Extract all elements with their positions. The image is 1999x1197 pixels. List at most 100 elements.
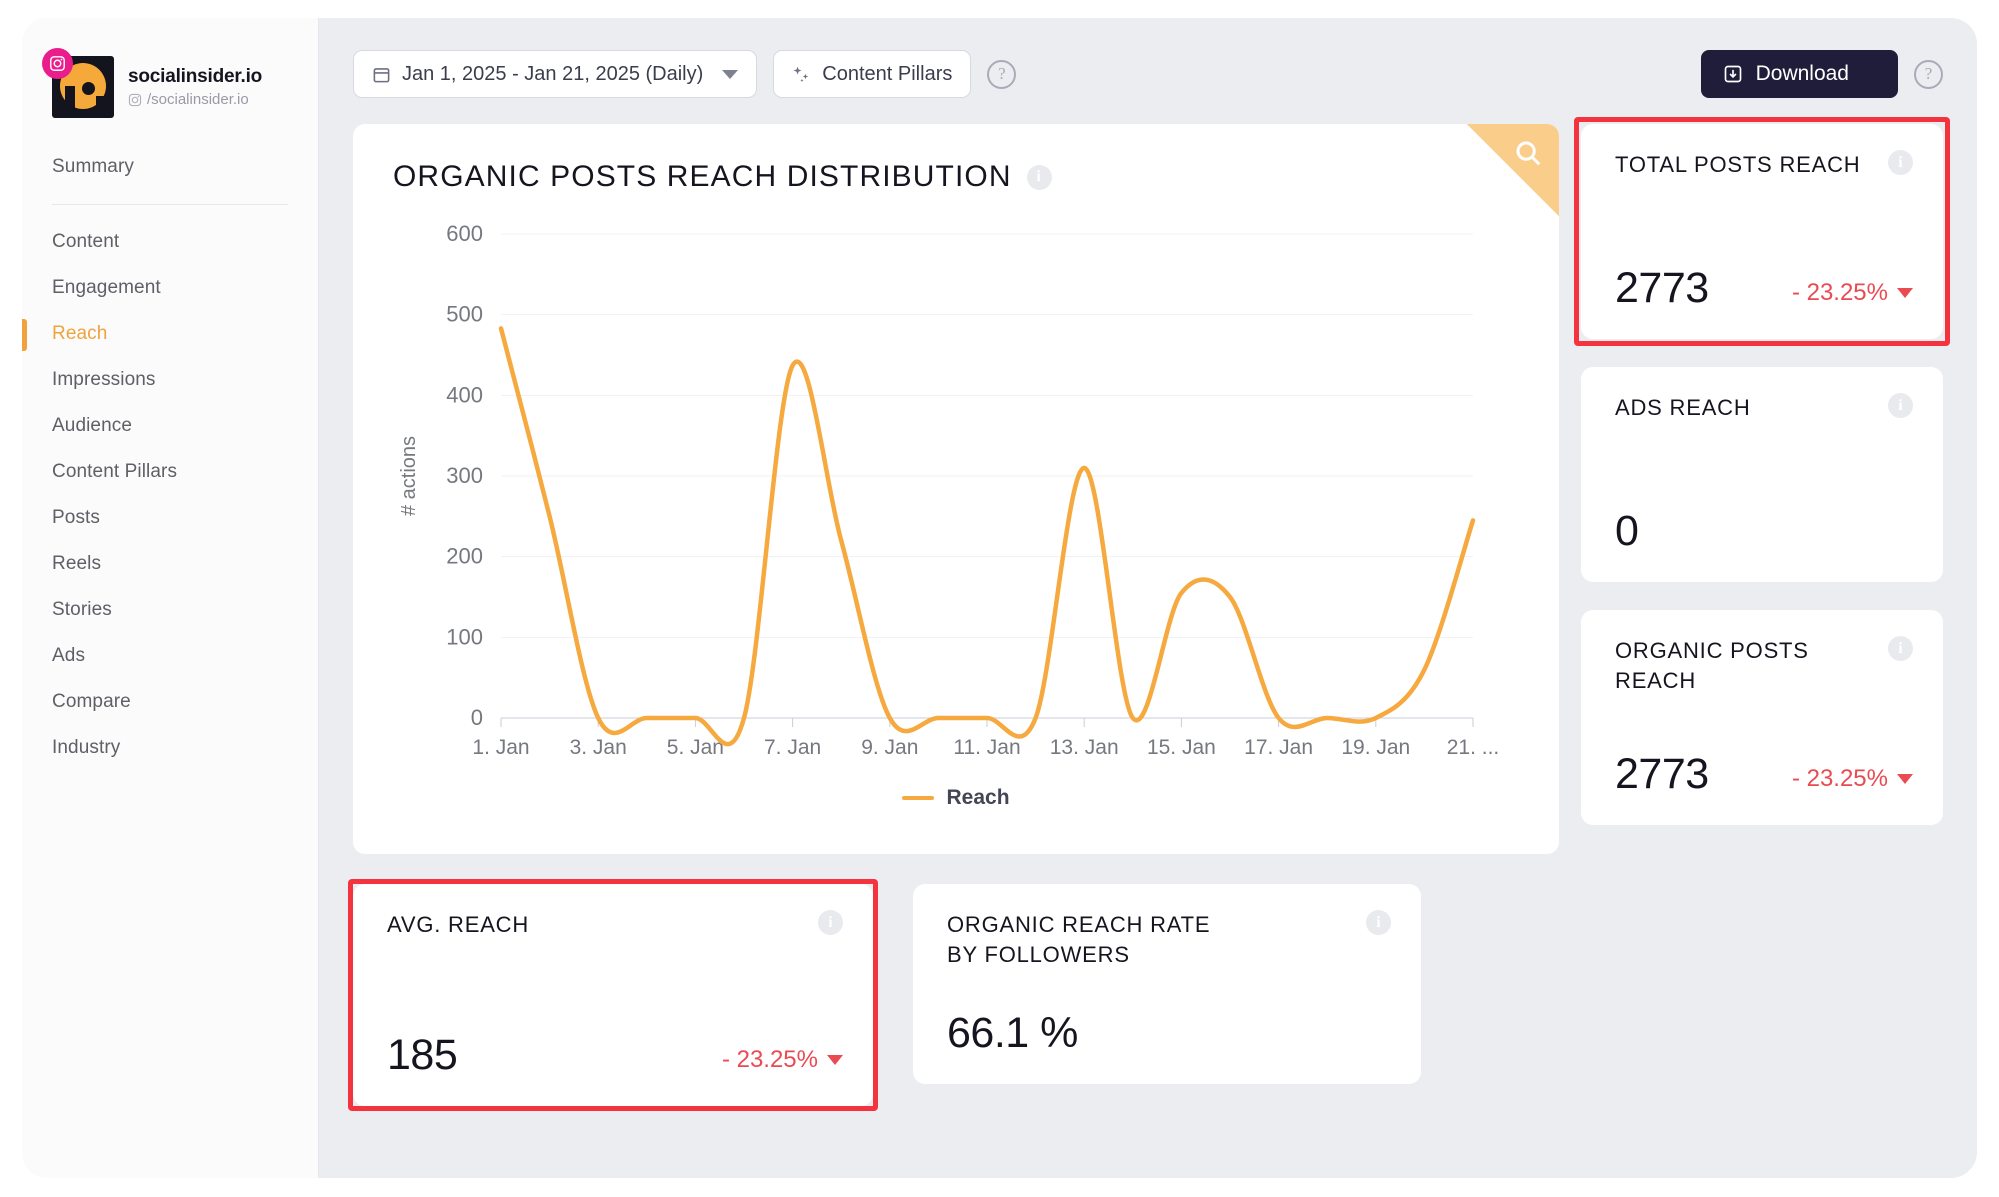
kpi-title-total-posts-reach: TOTAL POSTS REACH [1615, 152, 1861, 177]
profile-name: socialinsider.io [128, 65, 263, 87]
organic-posts-reach-chart-card: ORGANIC POSTS REACH DISTRIBUTION i 0 100 2… [353, 124, 1559, 854]
page-title: ORGANIC POSTS REACH DISTRIBUTION i [393, 160, 1519, 194]
instagram-small-icon [128, 93, 142, 107]
instagram-icon [42, 48, 73, 79]
kpi-title-avg-reach: AVG. REACH [387, 912, 530, 937]
main-content: Jan 1, 2025 - Jan 21, 2025 (Daily) Conte… [319, 18, 1977, 1178]
kpi-card-organic-reach-rate[interactable]: ORGANIC REACH RATE BY FOLLOWERS i 66.1 % [913, 884, 1421, 1084]
sidebar-item-audience[interactable]: Audience [22, 403, 318, 449]
trend-down-icon [1897, 288, 1913, 298]
svg-text:13. Jan: 13. Jan [1050, 736, 1119, 759]
svg-text:300: 300 [446, 463, 483, 488]
kpi-delta-avg-reach: - 23.25% [722, 1046, 843, 1080]
date-range-label: Jan 1, 2025 - Jan 21, 2025 (Daily) [402, 62, 704, 85]
trend-down-icon [827, 1055, 843, 1065]
chart-plot-area: 0 100 200 300 400 500 600 # actions 1. Jan 3. Jan… [393, 220, 1519, 780]
info-icon[interactable]: i [1888, 393, 1913, 418]
svg-text:21. ...: 21. ... [1447, 736, 1500, 759]
reach-line-chart: 0 100 200 300 400 500 600 # actions 1. Jan 3. Jan… [398, 221, 1500, 759]
sidebar: socialinsider.io /socialinsider.io Summa… [22, 18, 319, 1178]
sidebar-item-compare[interactable]: Compare [22, 679, 318, 725]
kpi-delta-text: - 23.25% [1791, 279, 1888, 306]
sidebar-item-industry[interactable]: Industry [22, 725, 318, 771]
kpi-card-ads-reach[interactable]: ADS REACH i 0 [1581, 367, 1943, 582]
kpi-value-total-posts-reach: 2773 [1615, 264, 1709, 312]
profile-header[interactable]: socialinsider.io /socialinsider.io [22, 48, 318, 118]
download-label: Download [1755, 62, 1849, 85]
svg-text:3. Jan: 3. Jan [570, 736, 627, 759]
kpi-delta-total-posts-reach: - 23.25% [1792, 279, 1913, 313]
kpi-delta-text: - 23.25% [721, 1046, 818, 1073]
svg-text:200: 200 [446, 544, 483, 569]
svg-text:15. Jan: 15. Jan [1147, 736, 1216, 759]
sidebar-item-posts[interactable]: Posts [22, 495, 318, 541]
svg-text:7. Jan: 7. Jan [764, 736, 821, 759]
svg-text:1. Jan: 1. Jan [472, 736, 529, 759]
kpi-value-ads-reach: 0 [1615, 507, 1639, 555]
svg-text:400: 400 [446, 382, 483, 407]
chart-legend: Reach [393, 786, 1519, 810]
sidebar-divider [52, 204, 288, 205]
expand-chart-button[interactable] [1467, 124, 1559, 216]
sidebar-nav: Summary Content Engagement Reach Impress… [22, 144, 318, 771]
info-icon[interactable]: i [1366, 910, 1391, 935]
info-icon[interactable]: i [1888, 150, 1913, 175]
download-icon [1724, 65, 1741, 83]
left-column: ORGANIC POSTS REACH DISTRIBUTION i 0 100 2… [348, 124, 1559, 1111]
kpi-value-avg-reach: 185 [387, 1031, 458, 1079]
kpi-value-organic-reach-rate: 66.1 % [947, 1009, 1078, 1057]
sidebar-item-reach[interactable]: Reach [22, 311, 318, 357]
calendar-icon [373, 67, 390, 82]
kpi-card-avg-reach[interactable]: AVG. REACH i 185 - 23.25% [348, 879, 878, 1111]
info-icon[interactable]: i [818, 910, 843, 935]
bottom-kpi-row: AVG. REACH i 185 - 23.25% ORGANIC REACH … [348, 879, 1559, 1111]
sidebar-item-impressions[interactable]: Impressions [22, 357, 318, 403]
chevron-down-icon [722, 69, 739, 79]
svg-text:# actions: # actions [398, 436, 420, 516]
sidebar-item-stories[interactable]: Stories [22, 587, 318, 633]
kpi-card-organic-posts-reach[interactable]: ORGANIC POSTS REACH i 2773 - 23.25% [1581, 610, 1943, 825]
kpi-title-organic-posts-reach: ORGANIC POSTS REACH [1615, 638, 1809, 693]
svg-text:5. Jan: 5. Jan [667, 736, 724, 759]
svg-text:600: 600 [446, 221, 483, 246]
svg-text:100: 100 [446, 624, 483, 649]
info-icon[interactable]: i [1888, 636, 1913, 661]
profile-handle-text: /socialinsider.io [147, 91, 249, 109]
sidebar-item-ads[interactable]: Ads [22, 633, 318, 679]
svg-text:0: 0 [471, 705, 483, 730]
content-pillars-button[interactable]: Content Pillars [773, 50, 972, 98]
legend-marker-reach [902, 796, 935, 800]
sidebar-item-engagement[interactable]: Engagement [22, 265, 318, 311]
svg-text:500: 500 [446, 302, 483, 327]
kpi-card-total-posts-reach[interactable]: TOTAL POSTS REACH i 2773 - 23.25% [1574, 117, 1950, 346]
sidebar-item-content-pillars[interactable]: Content Pillars [22, 449, 318, 495]
svg-text:17. Jan: 17. Jan [1244, 736, 1313, 759]
profile-handle: /socialinsider.io [128, 91, 262, 108]
sidebar-item-reels[interactable]: Reels [22, 541, 318, 587]
kpi-delta-text: - 23.25% [1791, 765, 1888, 792]
help-icon[interactable]: ? [987, 59, 1017, 89]
download-help-icon[interactable]: ? [1914, 59, 1943, 89]
svg-text:19. Jan: 19. Jan [1341, 736, 1410, 759]
info-icon[interactable]: i [1026, 164, 1052, 190]
svg-text:11. Jan: 11. Jan [953, 736, 1020, 759]
kpi-title-ads-reach: ADS REACH [1615, 395, 1751, 420]
kpi-value-organic-posts-reach: 2773 [1615, 750, 1709, 798]
right-column: TOTAL POSTS REACH i 2773 - 23.25% ADS RE… [1574, 117, 1950, 825]
avatar [42, 48, 114, 118]
dashboard-grid: ORGANIC POSTS REACH DISTRIBUTION i 0 100 2… [348, 117, 1950, 1111]
kpi-title-organic-reach-rate: ORGANIC REACH RATE BY FOLLOWERS [947, 912, 1211, 967]
sidebar-item-summary[interactable]: Summary [22, 144, 318, 190]
trend-down-icon [1897, 774, 1913, 784]
content-pillars-label: Content Pillars [822, 62, 953, 85]
toolbar: Jan 1, 2025 - Jan 21, 2025 (Daily) Conte… [353, 48, 1943, 100]
kpi-delta-organic-posts-reach: - 23.25% [1792, 765, 1913, 799]
app-window: socialinsider.io /socialinsider.io Summa… [22, 18, 1977, 1178]
magnifier-icon [1516, 141, 1541, 166]
legend-label-reach: Reach [946, 786, 1010, 809]
date-range-selector[interactable]: Jan 1, 2025 - Jan 21, 2025 (Daily) [353, 50, 758, 98]
download-button[interactable]: Download [1700, 50, 1898, 98]
chart-title-text: ORGANIC POSTS REACH DISTRIBUTION [393, 160, 1012, 193]
svg-text:9. Jan: 9. Jan [861, 736, 918, 759]
sidebar-item-content[interactable]: Content [22, 219, 318, 265]
